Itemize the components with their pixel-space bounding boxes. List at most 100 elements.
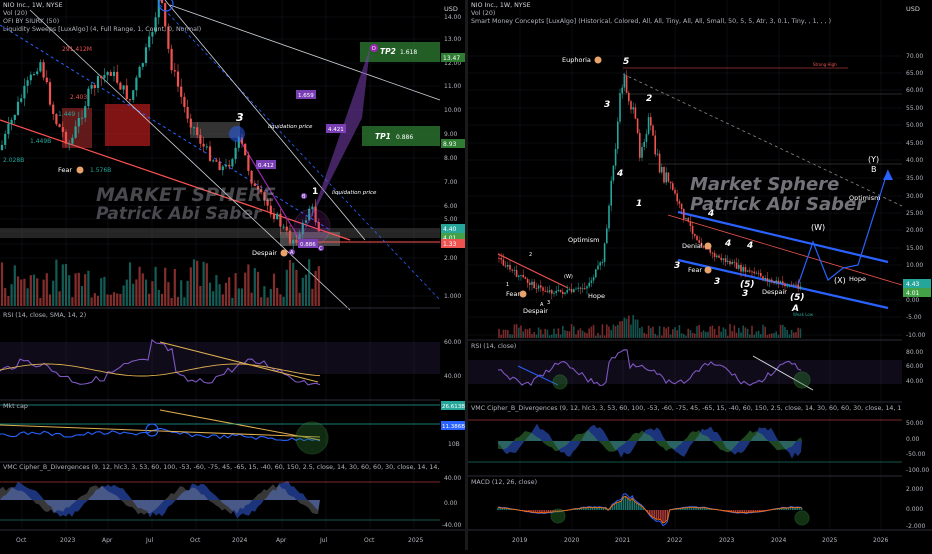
- left-title[interactable]: NIO Inc., 1W, NYSE: [3, 2, 201, 10]
- volume-bar: [55, 259, 58, 306]
- volume-bar: [7, 295, 10, 306]
- candle-body: [718, 255, 720, 258]
- candle-body: [586, 286, 588, 289]
- wave3-label: 3: [236, 111, 244, 124]
- price-tick: 15.00: [906, 245, 923, 252]
- price-tick: -5.00: [906, 314, 922, 321]
- candle-body: [144, 47, 148, 64]
- v0886: 0.886: [300, 242, 316, 248]
- candle-body: [577, 287, 579, 289]
- macd-circle1: [550, 508, 566, 524]
- candle-body: [568, 289, 571, 291]
- despair-right: Despair: [762, 288, 787, 296]
- candle-body: [665, 172, 667, 183]
- wave3-d: 3: [742, 289, 748, 299]
- left-vmc-label[interactable]: VMC Cipher_B_Divergences (9, 12, hlc3, 3…: [3, 464, 441, 472]
- price-tick: 5.00: [444, 216, 458, 223]
- candle-body: [652, 125, 654, 136]
- volume-bar: [612, 324, 615, 338]
- volume-bar: [96, 295, 100, 306]
- volume-bar: [4, 288, 7, 306]
- volume-bar: [218, 284, 221, 306]
- right-rsi-label[interactable]: RSI (14, close): [471, 343, 516, 351]
- candle-body: [632, 107, 634, 110]
- volume-bar: [586, 333, 588, 338]
- candle-body: [522, 274, 524, 278]
- volume-bar: [154, 266, 157, 306]
- volume-bar: [694, 333, 696, 338]
- right-vmc-label[interactable]: VMC Cipher_B_Divergences (9, 12, hlc3, 3…: [471, 405, 901, 413]
- time-tick: Apr: [102, 537, 113, 544]
- volume-bar: [621, 321, 623, 338]
- projection-arrow: [883, 170, 893, 180]
- volume-bar: [276, 287, 279, 306]
- price-tick: 50.00: [906, 122, 923, 129]
- left-price-axis[interactable]: [440, 0, 466, 530]
- volume-bar: [592, 324, 595, 338]
- point-b: B: [302, 194, 306, 200]
- candle-body: [636, 118, 639, 133]
- candle-body: [625, 75, 628, 93]
- right-ind-smc[interactable]: Smart Money Concepts [LuxAlgo] (Historic…: [471, 18, 901, 26]
- volume-bar: [625, 318, 628, 338]
- candle-body: [148, 36, 151, 48]
- volume-bar: [724, 329, 727, 338]
- tp2-label: TP2: [380, 47, 396, 56]
- right-macd-label[interactable]: MACD (12, 26, close): [471, 479, 537, 487]
- volume-bar: [658, 326, 661, 338]
- volume-bar: [520, 325, 522, 338]
- right-chart-panel[interactable]: 70.00 65.00 60.00 55.00 50.00 45.00 40.00 35.00…: [468, 0, 932, 550]
- time-tick: Oct: [16, 537, 27, 544]
- volume-bar: [577, 330, 579, 338]
- volume-bar: [751, 325, 753, 338]
- left-ind-ofi[interactable]: OFI BY SIURK (50): [3, 18, 201, 26]
- despair-2019: Despair: [523, 307, 548, 315]
- candle-body: [180, 86, 183, 97]
- candle-body: [755, 272, 758, 274]
- macd-bar: [660, 510, 662, 521]
- candle-body: [639, 132, 641, 158]
- left-ind-liq[interactable]: Liquidity Sweeps [LuxAlgo] (4, Full Rang…: [3, 26, 201, 34]
- liq-label-1: liquidation price: [268, 124, 313, 130]
- volume-bar: [691, 332, 694, 338]
- right-chart-canvas[interactable]: 70.0065.0060.0055.0050.0045.0040.0035.00…: [468, 0, 932, 550]
- candle-body: [311, 206, 314, 209]
- volume-bar: [535, 334, 538, 338]
- volume-bar: [610, 330, 612, 338]
- volume-bar: [202, 261, 205, 306]
- left-mcap-label[interactable]: Mkt cap: [3, 403, 28, 411]
- candle-body: [696, 235, 698, 241]
- candle-body: [90, 84, 93, 89]
- candle-body: [599, 262, 601, 266]
- tp2-value: 1.618: [400, 49, 417, 56]
- macd-histogram: [497, 496, 803, 524]
- volume-bar: [797, 327, 799, 338]
- candle-body: [634, 107, 637, 119]
- right-title[interactable]: NIO Inc., 1W, NYSE: [471, 2, 901, 10]
- volume-bar: [786, 329, 788, 338]
- volume-bar: [263, 286, 266, 306]
- candle-body: [183, 96, 186, 107]
- candle-body: [667, 172, 670, 182]
- volume-bar: [544, 328, 546, 338]
- right-volume: [498, 315, 802, 338]
- price-tick: 14.00: [444, 14, 461, 21]
- volume-bar: [176, 296, 180, 306]
- candle-body: [234, 147, 237, 160]
- volume-bar: [643, 332, 645, 338]
- val-1576b: 1.576B: [90, 167, 111, 174]
- val-1449b: 1.449B: [30, 138, 51, 145]
- volume-bar: [237, 288, 240, 306]
- left-rsi-label[interactable]: RSI (14, close, SMA, 14, 2): [3, 312, 86, 320]
- candle-body: [601, 261, 604, 263]
- volume-bar: [16, 276, 20, 306]
- price-tick: 7.00: [444, 179, 458, 186]
- candle-body: [716, 255, 718, 257]
- volume-bar: [707, 331, 709, 338]
- left-chart-panel[interactable]: 14.00 13.00 1 2.00 11.00 10.00 9.00 8.00 7.00 6.0…: [0, 0, 466, 550]
- left-ind-vol[interactable]: Vol (20): [3, 10, 201, 18]
- time-tick: 2020: [564, 537, 579, 544]
- volume-bar: [581, 330, 584, 338]
- volume-bar: [667, 326, 670, 338]
- right-ind-vol[interactable]: Vol (20): [471, 10, 901, 18]
